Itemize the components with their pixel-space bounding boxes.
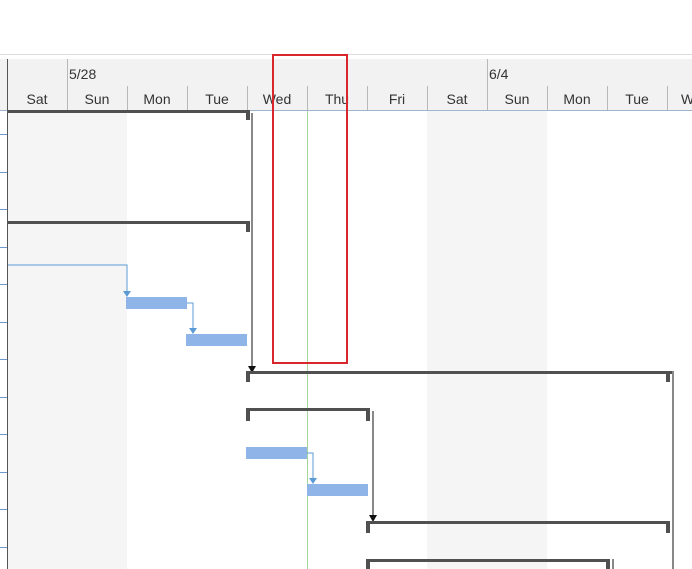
summary-bar[interactable]	[366, 559, 614, 569]
task-link	[248, 113, 256, 373]
task-link	[8, 264, 131, 297]
summary-bar[interactable]	[8, 110, 250, 120]
task-bar[interactable]	[186, 334, 247, 346]
task-link	[307, 452, 317, 484]
highlight-annotation	[272, 54, 348, 364]
gantt-view: 5/28 6/4 Sat Sun Mon Tue Wed Thu Fri Sat…	[0, 0, 692, 569]
task-bar[interactable]	[307, 484, 368, 496]
task-bar[interactable]	[246, 447, 307, 459]
summary-bar[interactable]	[246, 371, 674, 569]
task-link	[369, 411, 377, 522]
task-bar[interactable]	[126, 297, 187, 309]
summary-bar[interactable]	[246, 408, 370, 421]
summary-bar[interactable]	[8, 221, 250, 232]
task-link	[187, 302, 197, 334]
summary-bar[interactable]	[366, 521, 670, 533]
